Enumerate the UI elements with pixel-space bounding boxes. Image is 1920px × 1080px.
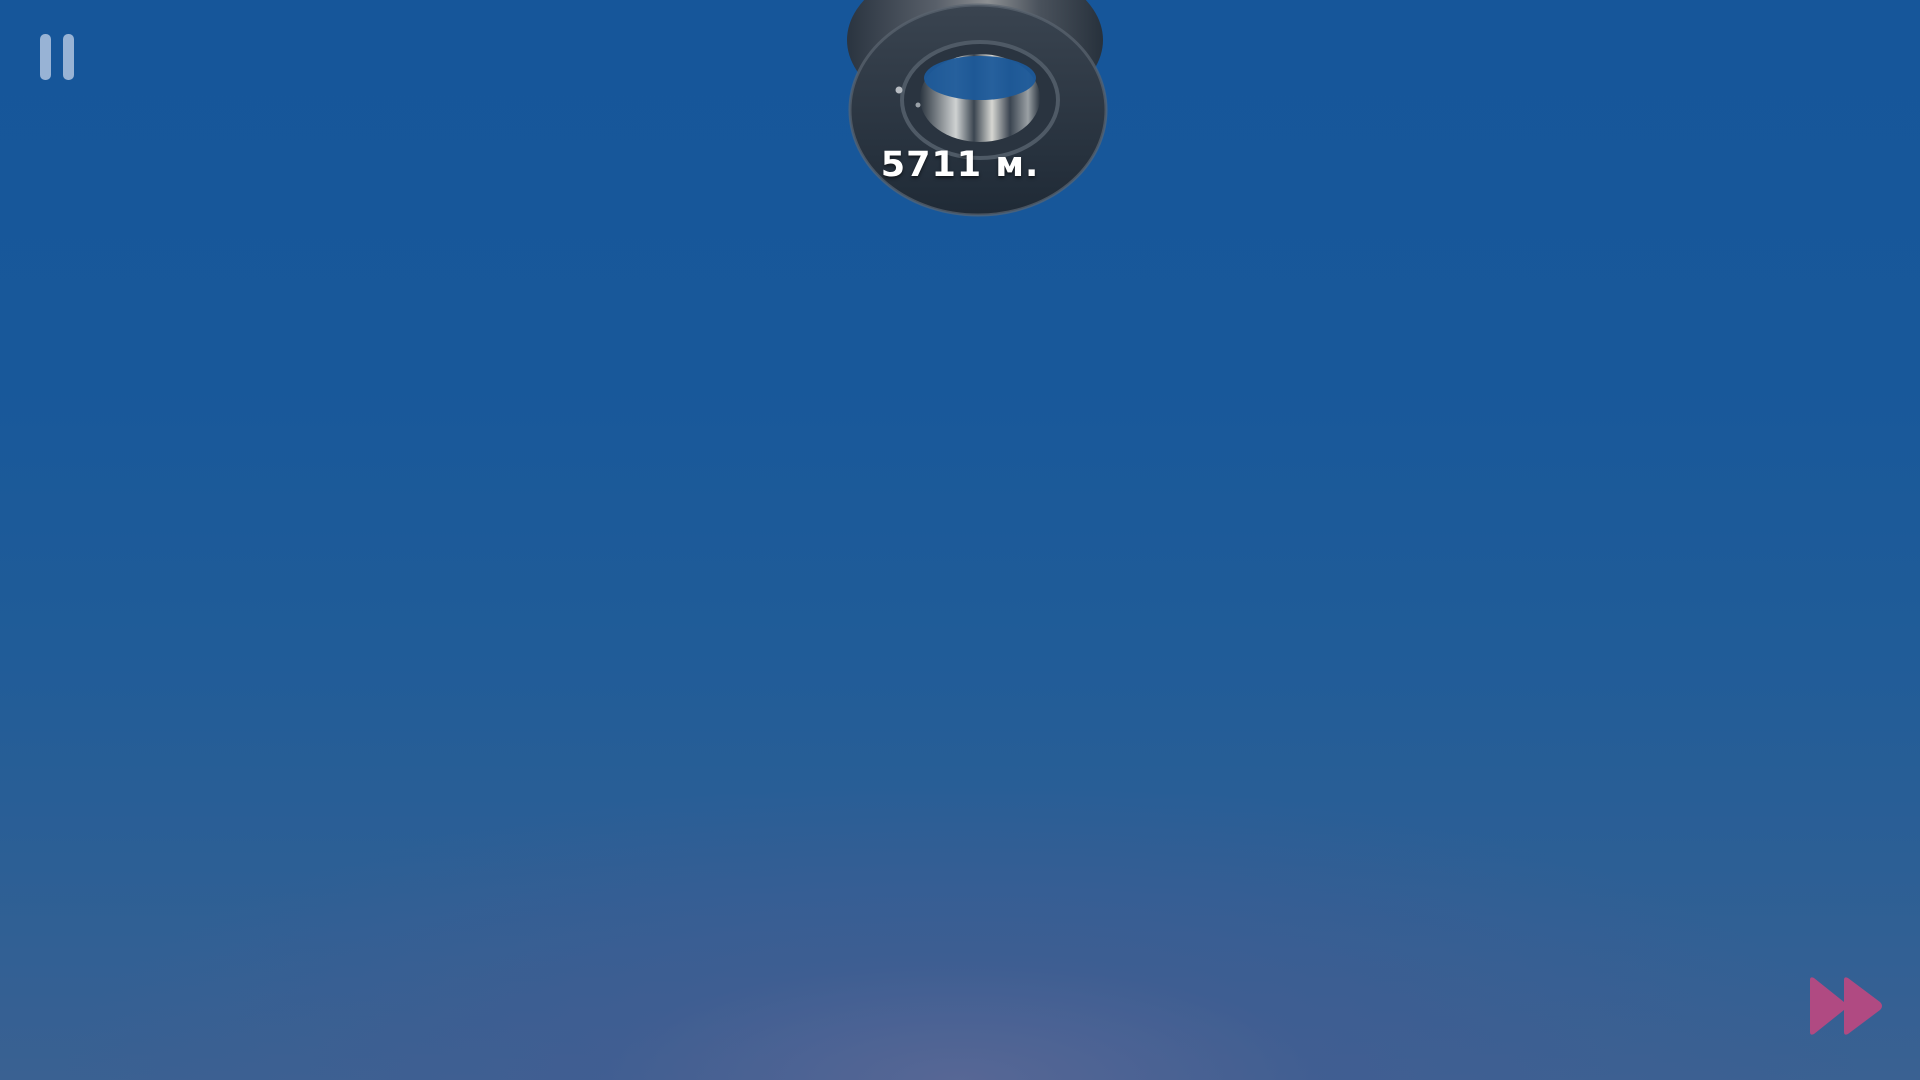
- fast-forward-button[interactable]: [1806, 974, 1888, 1038]
- pause-icon-bar-right: [63, 34, 74, 80]
- pause-button[interactable]: [38, 34, 78, 84]
- distance-counter: 5711 м.: [880, 145, 1040, 185]
- fast-forward-icon: [1810, 977, 1882, 1035]
- pause-icon-bar-left: [40, 34, 51, 80]
- tire-sprite: [847, 0, 1108, 217]
